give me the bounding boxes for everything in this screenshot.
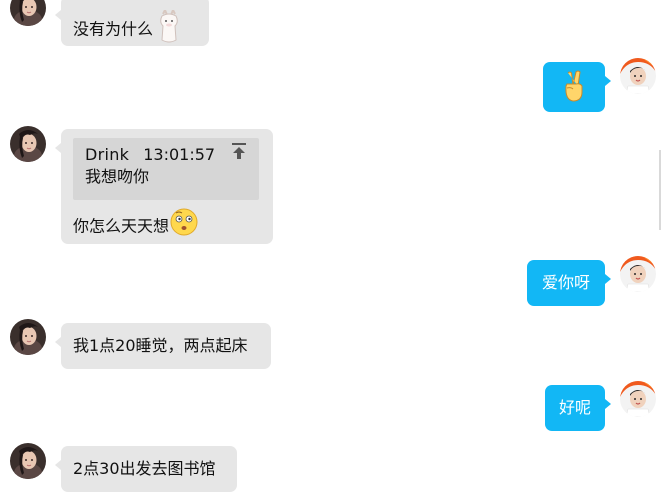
quote-text: 我想吻你 xyxy=(85,167,150,186)
message-bubble-outgoing[interactable]: 爱你呀 xyxy=(527,260,611,306)
victory-hand-icon xyxy=(558,70,590,110)
quote-sender: Drink xyxy=(85,145,130,164)
message-text: 好呢 xyxy=(558,398,591,417)
contact-avatar[interactable] xyxy=(10,0,46,26)
message-bubble-incoming[interactable]: 2点30出发去图书馆 xyxy=(55,446,237,492)
message-bubble-incoming-with-quote[interactable]: Drink 13:01:57 我想吻你 你怎么天天想 xyxy=(55,129,273,247)
message-text: 你怎么天天想 xyxy=(73,216,170,236)
quote-time: 13:01:57 xyxy=(143,145,216,164)
quoted-message[interactable]: Drink 13:01:57 我想吻你 xyxy=(73,138,259,200)
my-avatar[interactable] xyxy=(620,256,656,292)
my-avatar[interactable] xyxy=(620,381,656,417)
message-bubble-incoming[interactable]: 没有为什么 xyxy=(55,0,209,46)
message-text: 2点30出发去图书馆 xyxy=(73,459,216,478)
contact-avatar[interactable] xyxy=(10,443,46,479)
message-bubble-incoming[interactable]: 我1点20睡觉，两点起床 xyxy=(55,323,271,369)
message-text: 没有为什么 xyxy=(73,19,154,39)
message-text: 爱你呀 xyxy=(541,273,590,292)
thinking-face-icon xyxy=(169,207,199,247)
message-bubble-outgoing[interactable]: 好呢 xyxy=(545,385,611,431)
contact-avatar[interactable] xyxy=(10,126,46,162)
contact-avatar[interactable] xyxy=(10,319,46,355)
message-text: 我1点20睡觉，两点起床 xyxy=(73,336,248,355)
alpaca-icon xyxy=(153,7,185,50)
jump-to-top-icon[interactable] xyxy=(231,142,247,166)
my-avatar[interactable] xyxy=(620,58,656,94)
message-bubble-outgoing[interactable] xyxy=(543,62,611,112)
